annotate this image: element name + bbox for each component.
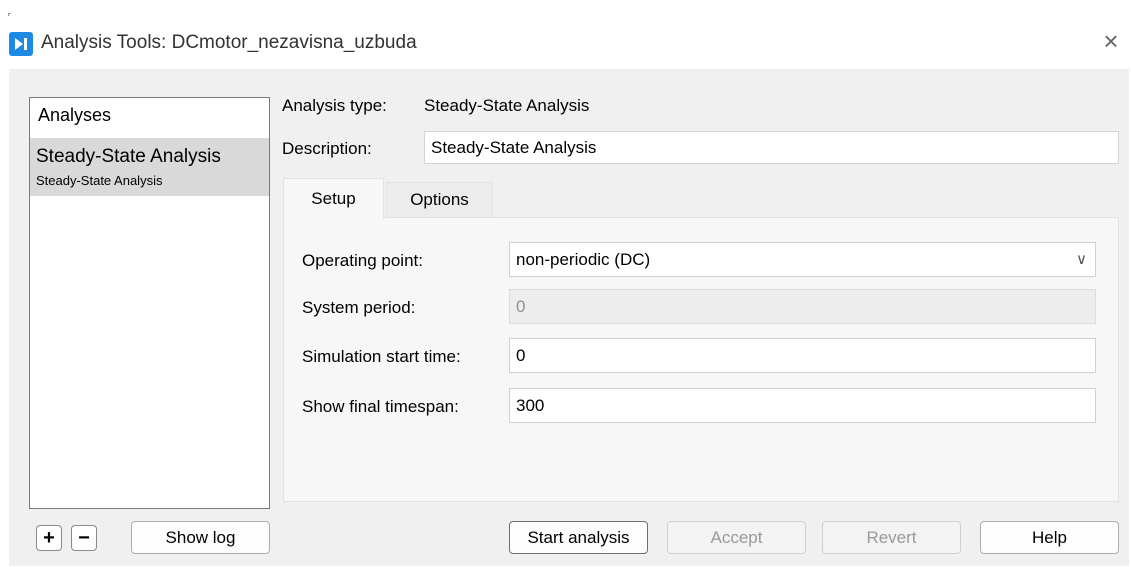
tab-options[interactable]: Options <box>386 182 493 217</box>
final-timespan-label: Show final timespan: <box>302 397 459 416</box>
chevron-down-icon: ∨ <box>1076 251 1087 268</box>
analysis-type-value: Steady-State Analysis <box>424 96 590 115</box>
window-corner-mark <box>8 13 11 16</box>
accept-button[interactable]: Accept <box>667 521 806 554</box>
show-log-button[interactable]: Show log <box>131 521 270 554</box>
operating-point-label: Operating point: <box>302 251 423 270</box>
operating-point-value: non-periodic (DC) <box>516 250 651 269</box>
help-button[interactable]: Help <box>980 521 1119 554</box>
list-item-subtitle: Steady-State Analysis <box>36 173 163 188</box>
remove-analysis-button[interactable]: − <box>71 525 97 551</box>
app-icon <box>9 32 33 56</box>
close-icon[interactable]: × <box>1098 28 1124 54</box>
sim-start-field[interactable]: 0 <box>509 338 1096 373</box>
play-step-icon <box>15 38 27 50</box>
analyses-header: Analyses <box>38 105 112 125</box>
analysis-type-label: Analysis type: <box>282 96 387 115</box>
final-timespan-field[interactable]: 300 <box>509 388 1096 423</box>
system-period-label: System period: <box>302 298 416 317</box>
window-title: Analysis Tools: DCmotor_nezavisna_uzbuda <box>41 32 417 53</box>
operating-point-select[interactable]: non-periodic (DC) ∨ <box>509 242 1096 277</box>
sim-start-label: Simulation start time: <box>302 347 461 366</box>
tab-setup[interactable]: Setup <box>283 178 384 219</box>
list-item-title: Steady-State Analysis <box>36 146 221 167</box>
system-period-field: 0 <box>509 289 1096 324</box>
description-field[interactable]: Steady-State Analysis <box>424 131 1119 164</box>
start-analysis-button[interactable]: Start analysis <box>509 521 648 554</box>
description-label: Description: <box>282 139 372 158</box>
revert-button[interactable]: Revert <box>822 521 961 554</box>
add-analysis-button[interactable]: + <box>36 525 62 551</box>
